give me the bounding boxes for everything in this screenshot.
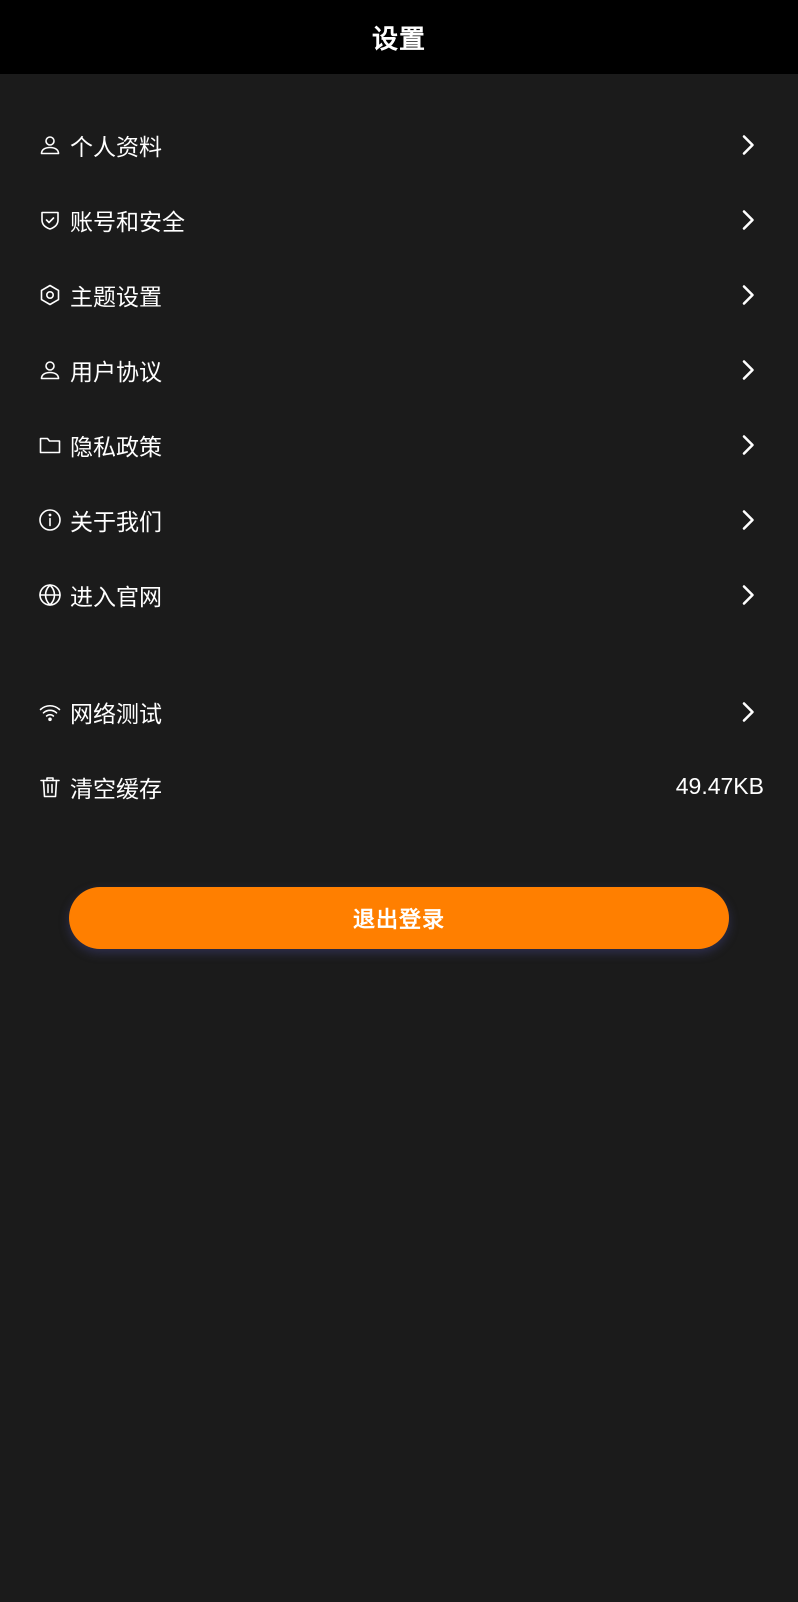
- menu-item-label: 关于我们: [70, 509, 162, 536]
- menu-item-label: 清空缓存: [70, 776, 162, 803]
- logout-button[interactable]: 退出登录: [69, 887, 729, 949]
- menu-item-label: 用户协议: [70, 359, 162, 386]
- settings-group-main: 个人资料 账号和安全 主题设置 用户协议 隐私政策 关于我们 进入官网: [0, 74, 798, 632]
- trash-icon: [38, 775, 62, 799]
- chevron-right-icon: [736, 358, 760, 382]
- top-bar: 设置: [0, 0, 798, 74]
- user-icon: [38, 133, 62, 157]
- info-icon: [38, 508, 62, 532]
- menu-item-clear-cache[interactable]: 清空缓存 49.47KB: [0, 749, 798, 824]
- menu-item-label: 个人资料: [70, 134, 162, 161]
- chevron-right-icon: [736, 508, 760, 532]
- wifi-icon: [38, 700, 62, 724]
- chevron-right-icon: [736, 433, 760, 457]
- chevron-right-icon: [736, 700, 760, 724]
- settings-group-tools: 网络测试 清空缓存 49.47KB: [0, 632, 798, 824]
- hexagon-settings-icon: [38, 283, 62, 307]
- menu-item-about-us[interactable]: 关于我们: [0, 482, 798, 557]
- menu-item-label: 隐私政策: [70, 434, 162, 461]
- chevron-right-icon: [736, 283, 760, 307]
- menu-item-label: 主题设置: [70, 284, 162, 311]
- menu-item-profile[interactable]: 个人资料: [0, 107, 798, 182]
- menu-item-network-test[interactable]: 网络测试: [0, 674, 798, 749]
- menu-item-label: 进入官网: [70, 584, 162, 611]
- menu-item-account-security[interactable]: 账号和安全: [0, 182, 798, 257]
- menu-item-privacy-policy[interactable]: 隐私政策: [0, 407, 798, 482]
- menu-item-official-website[interactable]: 进入官网: [0, 557, 798, 632]
- menu-item-theme-settings[interactable]: 主题设置: [0, 257, 798, 332]
- chevron-right-icon: [736, 133, 760, 157]
- shield-check-icon: [38, 208, 62, 232]
- user-icon: [38, 358, 62, 382]
- chevron-right-icon: [736, 208, 760, 232]
- folder-icon: [38, 433, 62, 457]
- menu-item-label: 账号和安全: [70, 209, 185, 236]
- globe-icon: [38, 583, 62, 607]
- logout-container: 退出登录: [0, 887, 798, 949]
- menu-item-label: 网络测试: [70, 701, 162, 728]
- chevron-right-icon: [736, 583, 760, 607]
- cache-size-value: 49.47KB: [675, 773, 764, 799]
- menu-item-user-agreement[interactable]: 用户协议: [0, 332, 798, 407]
- page-title: 设置: [371, 24, 426, 55]
